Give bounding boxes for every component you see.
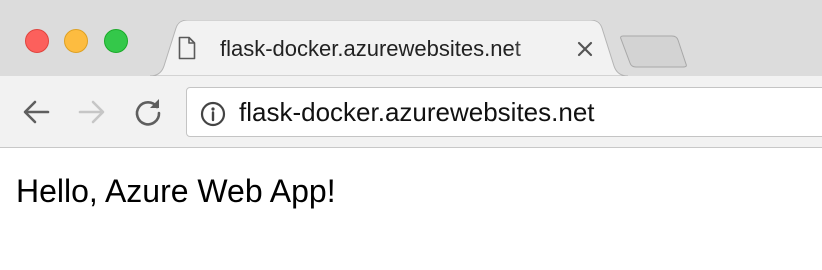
window-close-button[interactable]: [25, 29, 49, 53]
page-icon: [178, 36, 196, 60]
new-tab-button[interactable]: [620, 34, 690, 68]
address-bar[interactable]: flask-docker.azurewebsites.net: [186, 87, 822, 137]
browser-window: flask-docker.azurewebsites.net flask-doc…: [0, 0, 822, 270]
window-minimize-button[interactable]: [64, 29, 88, 53]
tab-strip: flask-docker.azurewebsites.net: [0, 0, 822, 76]
info-icon[interactable]: [200, 101, 226, 127]
page-body-text: Hello, Azure Web App!: [16, 173, 336, 209]
page-content: Hello, Azure Web App!: [0, 148, 822, 270]
forward-button[interactable]: [76, 96, 108, 128]
window-zoom-button[interactable]: [104, 29, 128, 53]
toolbar: flask-docker.azurewebsites.net: [0, 76, 822, 148]
active-tab[interactable]: flask-docker.azurewebsites.net: [150, 20, 628, 76]
arrow-left-icon: [23, 100, 50, 124]
reload-button[interactable]: [132, 96, 164, 128]
url-text[interactable]: flask-docker.azurewebsites.net: [239, 97, 595, 127]
tab-title: flask-docker.azurewebsites.net: [220, 36, 521, 61]
back-button[interactable]: [20, 96, 52, 128]
reload-icon: [135, 99, 161, 126]
close-icon[interactable]: [575, 39, 595, 59]
arrow-right-icon: [78, 100, 105, 124]
